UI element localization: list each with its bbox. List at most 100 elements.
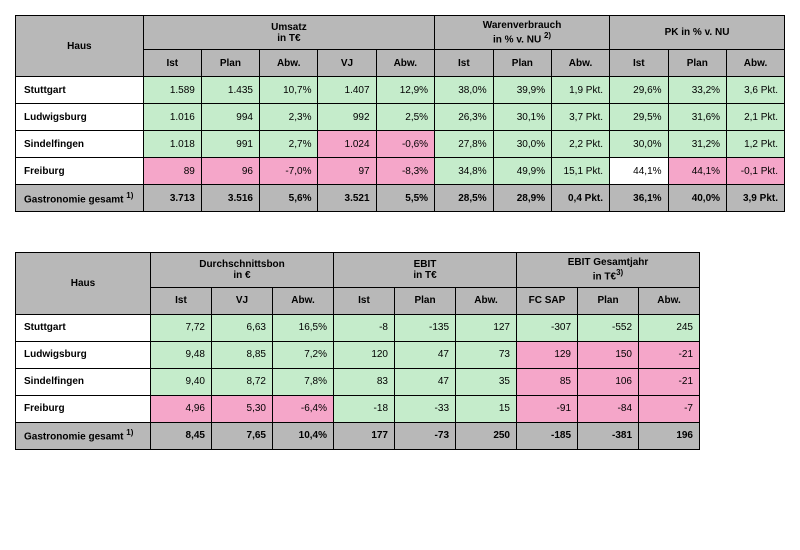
cell: -0,1 Pkt. <box>727 158 785 185</box>
colgroup-ebit-gesamtjahr: EBIT Gesamtjahrin T€3) <box>517 253 700 287</box>
cell: 31,6% <box>668 104 727 131</box>
cell: 1.024 <box>318 131 376 158</box>
cell: -7 <box>639 395 700 422</box>
table-row: Sindelfingen9,408,727,8%83473585106-21 <box>16 368 700 395</box>
cell: -8 <box>334 314 395 341</box>
cell: 5,5% <box>376 185 435 212</box>
cell: -552 <box>578 314 639 341</box>
table-total-row: Gastronomie gesamt 1)3.7133.5165,6%3.521… <box>16 185 785 212</box>
cell: -185 <box>517 422 578 449</box>
table-total-row: Gastronomie gesamt 1)8,457,6510,4%177-73… <box>16 422 700 449</box>
cell: 97 <box>318 158 376 185</box>
cell: 2,2 Pkt. <box>552 131 610 158</box>
cell: 245 <box>639 314 700 341</box>
cell: 15 <box>456 395 517 422</box>
cell: 1.589 <box>143 77 201 104</box>
cell: 36,1% <box>610 185 669 212</box>
cell: 106 <box>578 368 639 395</box>
cell: 85 <box>517 368 578 395</box>
cell: 2,5% <box>376 104 435 131</box>
cell: 16,5% <box>273 314 334 341</box>
cell: 29,6% <box>610 77 669 104</box>
cell: 15,1 Pkt. <box>552 158 610 185</box>
colgroup-warenverbrauch: Warenverbrauchin % v. NU 2) <box>435 16 610 50</box>
row-name: Gastronomie gesamt 1) <box>16 185 144 212</box>
cell: -91 <box>517 395 578 422</box>
cell: 0,4 Pkt. <box>552 185 610 212</box>
table-gastronomie-2: Haus Durchschnittsbonin € EBITin T€ EBIT… <box>15 252 700 449</box>
cell: 127 <box>456 314 517 341</box>
table-row: Freiburg4,965,30-6,4%-18-3315-91-84-7 <box>16 395 700 422</box>
cell: 2,3% <box>259 104 318 131</box>
col-haus: Haus <box>16 253 151 314</box>
row-name: Sindelfingen <box>16 131 144 158</box>
cell: 1,2 Pkt. <box>727 131 785 158</box>
cell: 89 <box>143 158 201 185</box>
cell: 1.407 <box>318 77 376 104</box>
cell: 47 <box>395 368 456 395</box>
table-gastronomie-1: Haus Umsatzin T€ Warenverbrauchin % v. N… <box>15 15 785 212</box>
cell: 39,9% <box>493 77 552 104</box>
row-name: Ludwigsburg <box>16 341 151 368</box>
cell: 10,7% <box>259 77 318 104</box>
col-haus: Haus <box>16 16 144 77</box>
row-name: Ludwigsburg <box>16 104 144 131</box>
cell: -0,6% <box>376 131 435 158</box>
row-name: Sindelfingen <box>16 368 151 395</box>
cell: 49,9% <box>493 158 552 185</box>
cell: 47 <box>395 341 456 368</box>
cell: 7,72 <box>151 314 212 341</box>
cell: 29,5% <box>610 104 669 131</box>
table-row: Ludwigsburg1.0169942,3%9922,5%26,3%30,1%… <box>16 104 785 131</box>
cell: 3.521 <box>318 185 376 212</box>
cell: -8,3% <box>376 158 435 185</box>
colgroup-pk: PK in % v. NU <box>610 16 785 50</box>
cell: 40,0% <box>668 185 727 212</box>
cell: 177 <box>334 422 395 449</box>
cell: 129 <box>517 341 578 368</box>
cell: 1.435 <box>201 77 259 104</box>
cell: -21 <box>639 341 700 368</box>
cell: -18 <box>334 395 395 422</box>
cell: 7,8% <box>273 368 334 395</box>
cell: 8,72 <box>212 368 273 395</box>
cell: -135 <box>395 314 456 341</box>
cell: 8,85 <box>212 341 273 368</box>
row-name: Freiburg <box>16 395 151 422</box>
cell: 10,4% <box>273 422 334 449</box>
cell: 2,7% <box>259 131 318 158</box>
cell: -7,0% <box>259 158 318 185</box>
cell: 992 <box>318 104 376 131</box>
cell: 8,45 <box>151 422 212 449</box>
cell: 28,5% <box>435 185 494 212</box>
table-row: Stuttgart1.5891.43510,7%1.40712,9%38,0%3… <box>16 77 785 104</box>
cell: 28,9% <box>493 185 552 212</box>
cell: 12,9% <box>376 77 435 104</box>
cell: 120 <box>334 341 395 368</box>
cell: 9,40 <box>151 368 212 395</box>
cell: -21 <box>639 368 700 395</box>
cell: 30,1% <box>493 104 552 131</box>
cell: -307 <box>517 314 578 341</box>
colgroup-ebit: EBITin T€ <box>334 253 517 287</box>
cell: 250 <box>456 422 517 449</box>
cell: 34,8% <box>435 158 494 185</box>
row-name: Gastronomie gesamt 1) <box>16 422 151 449</box>
cell: 5,30 <box>212 395 273 422</box>
cell: -33 <box>395 395 456 422</box>
cell: -6,4% <box>273 395 334 422</box>
cell: 1.018 <box>143 131 201 158</box>
cell: 1.016 <box>143 104 201 131</box>
cell: 3,9 Pkt. <box>727 185 785 212</box>
cell: 994 <box>201 104 259 131</box>
cell: 27,8% <box>435 131 494 158</box>
cell: 44,1% <box>668 158 727 185</box>
cell: 26,3% <box>435 104 494 131</box>
cell: 3.516 <box>201 185 259 212</box>
row-name: Stuttgart <box>16 314 151 341</box>
cell: 6,63 <box>212 314 273 341</box>
cell: 991 <box>201 131 259 158</box>
table-row: Freiburg8996-7,0%97-8,3%34,8%49,9%15,1 P… <box>16 158 785 185</box>
row-name: Stuttgart <box>16 77 144 104</box>
cell: 30,0% <box>493 131 552 158</box>
